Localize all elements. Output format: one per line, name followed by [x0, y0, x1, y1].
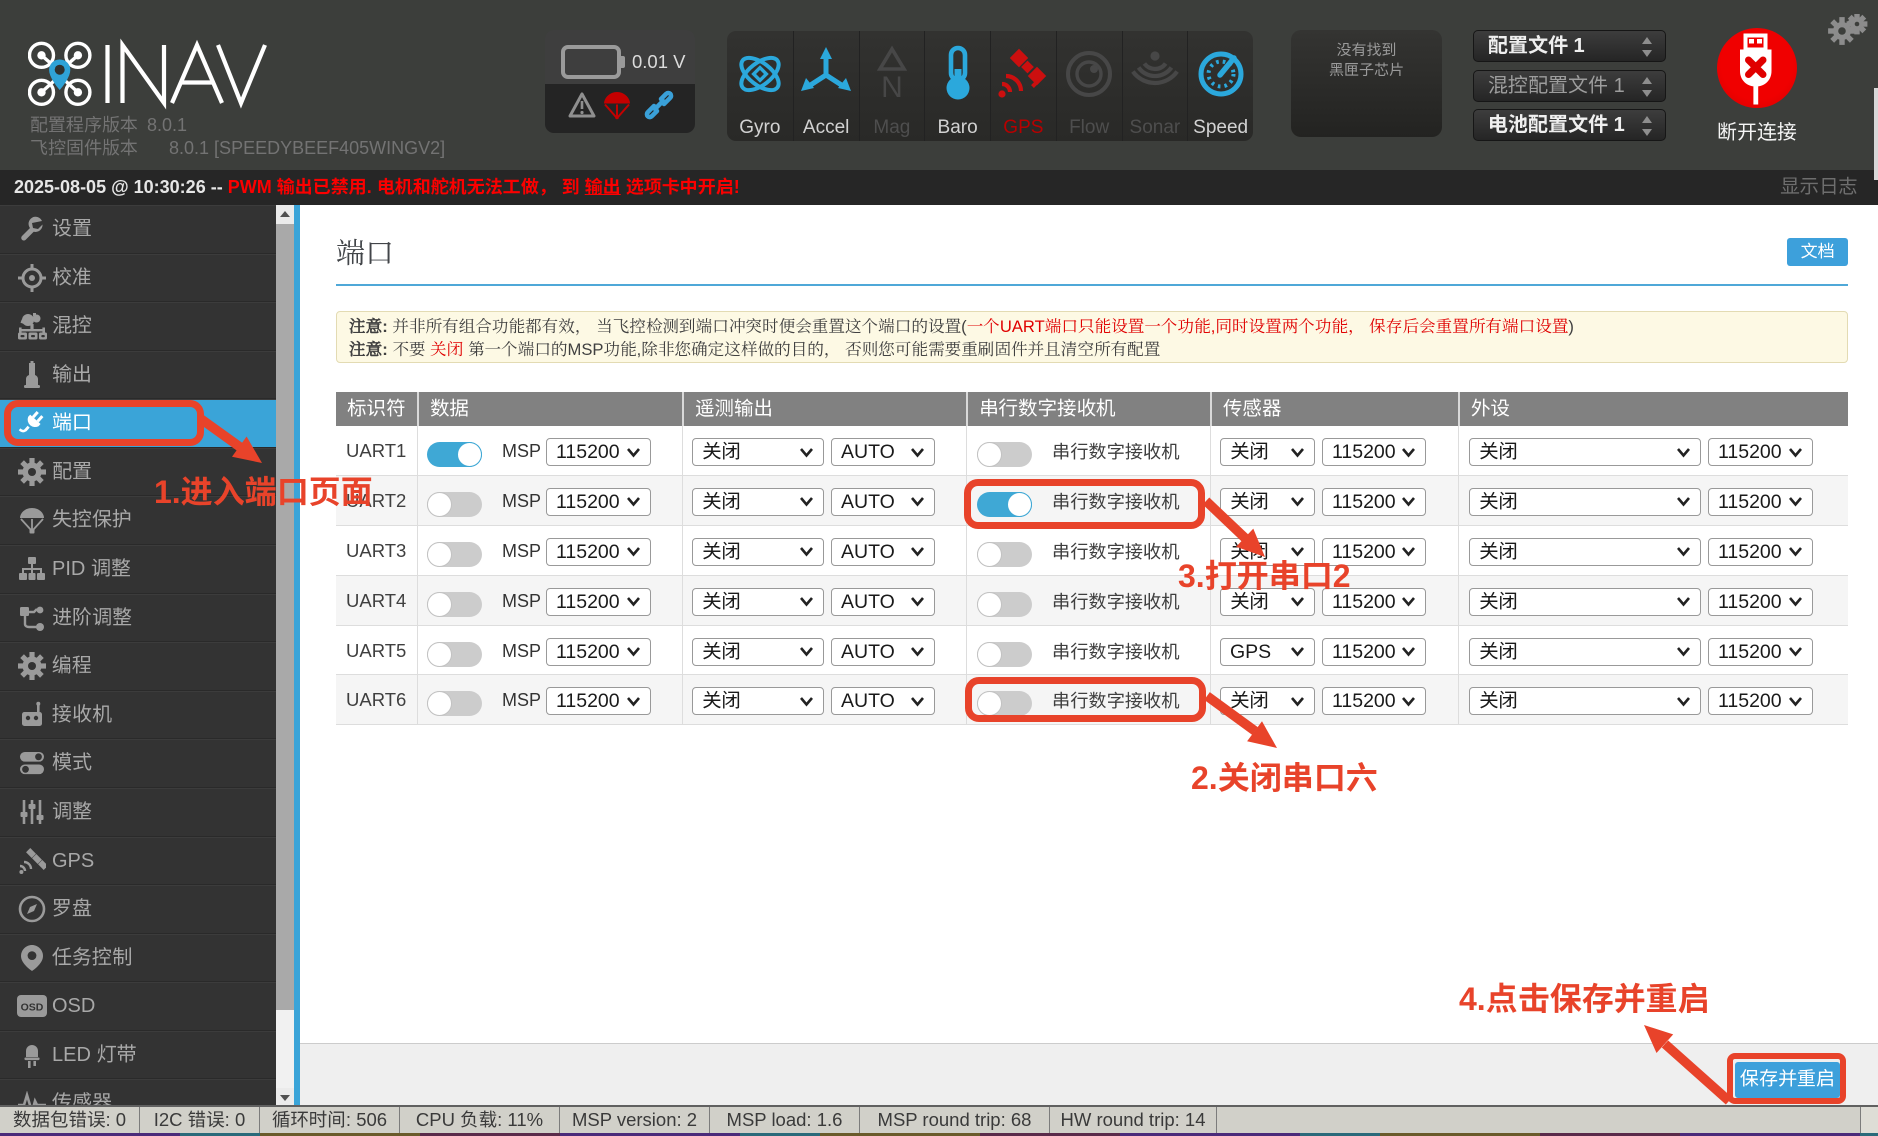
svg-text:N: N [881, 71, 903, 103]
svg-text:OSD: OSD [21, 1002, 44, 1014]
